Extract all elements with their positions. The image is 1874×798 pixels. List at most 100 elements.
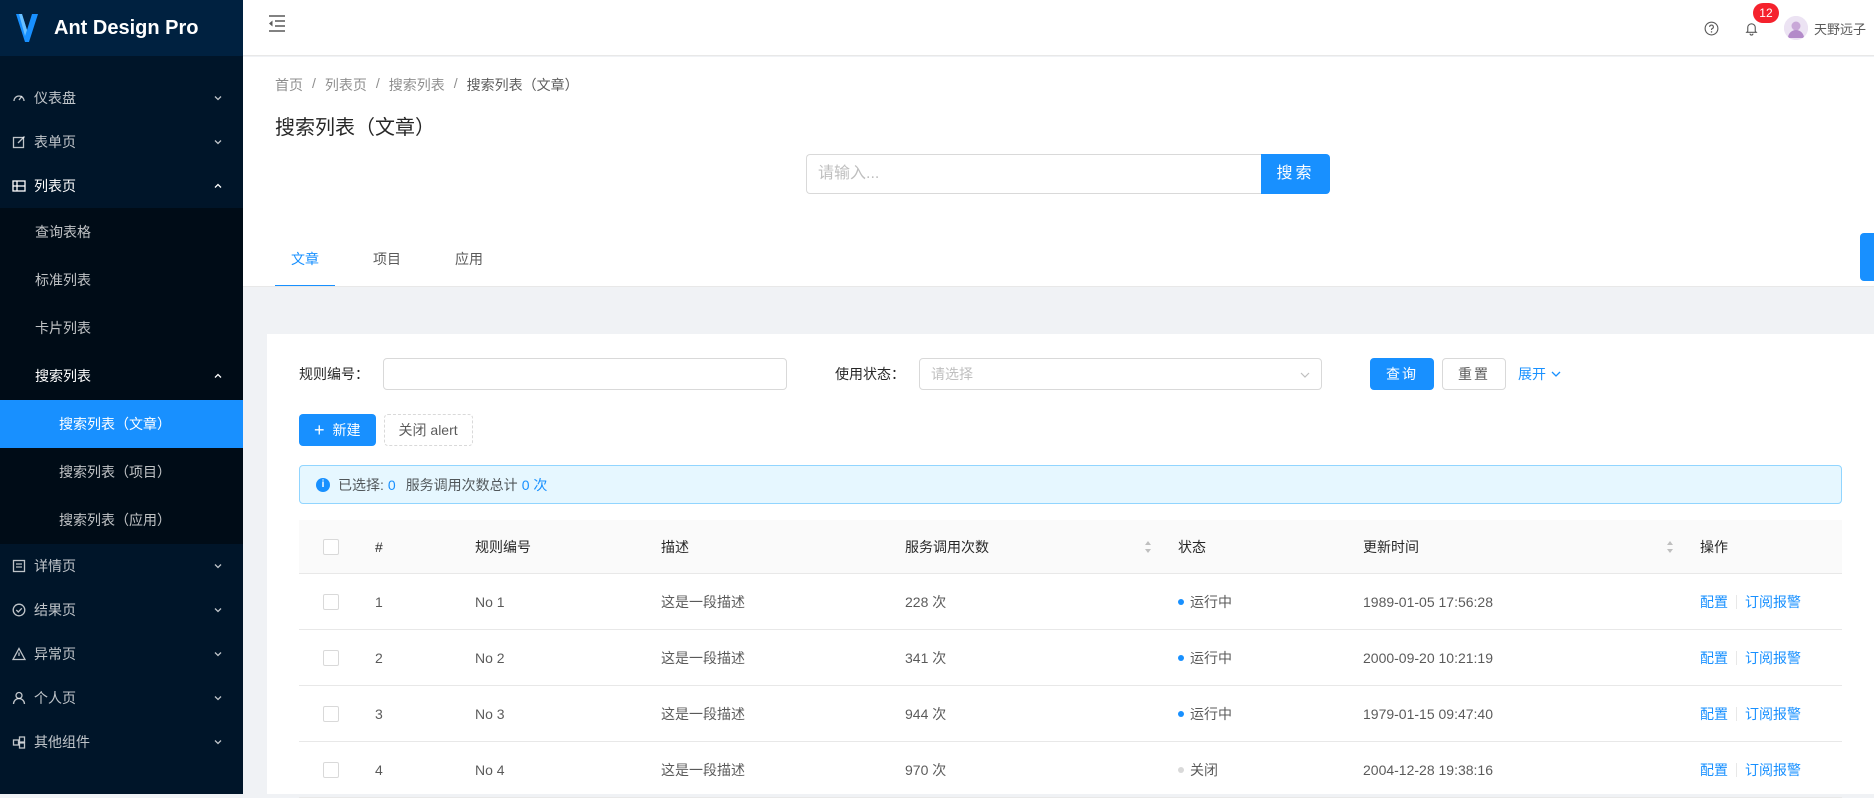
row-checkbox[interactable]: [323, 649, 339, 666]
cell-actions: 配置 订阅报警: [1684, 742, 1842, 797]
other-icon: [12, 735, 26, 749]
page-title: 搜索列表（文章）: [275, 117, 435, 139]
user-menu[interactable]: 天野远子: [1772, 0, 1874, 56]
new-button-label: 新建: [332, 422, 361, 438]
chevron-up-icon: [214, 183, 222, 188]
sidebar-item-label: 卡片列表: [35, 320, 91, 336]
action-divider: [1736, 706, 1737, 721]
cell-updated: 1989-01-05 17:56:28: [1363, 593, 1493, 610]
sidebar-item-search-projects[interactable]: 搜索列表（项目）: [0, 448, 243, 496]
query-button[interactable]: 查询: [1370, 358, 1434, 390]
setting-drawer-handle[interactable]: [1860, 233, 1874, 281]
row-checkbox[interactable]: [323, 593, 339, 610]
subscribe-alarm-link[interactable]: 订阅报警: [1745, 760, 1801, 780]
selected-prefix: 已选择:: [338, 476, 384, 493]
column-header-calls[interactable]: 服务调用次数: [889, 520, 1162, 573]
status-select-placeholder: 请选择: [931, 366, 973, 382]
cell-index: 2: [375, 649, 383, 666]
reset-button[interactable]: 重置: [1442, 358, 1506, 390]
subscribe-alarm-link[interactable]: 订阅报警: [1745, 648, 1801, 668]
cell-description: 这是一段描述: [661, 593, 745, 610]
table-row: 2 No 2 这是一段描述 341 次 运行中 2000-09-20 10:21…: [299, 630, 1842, 686]
breadcrumb-separator: /: [453, 75, 458, 91]
sidebar-item-search-articles[interactable]: 搜索列表（文章）: [0, 400, 243, 448]
cell-rule-no: No 3: [475, 705, 505, 722]
cell-rule-no: No 2: [475, 649, 505, 666]
breadcrumb-search-list[interactable]: 搜索列表: [389, 75, 445, 95]
header-right: 12 天野远子: [1692, 0, 1874, 56]
row-checkbox[interactable]: [323, 761, 339, 778]
new-button[interactable]: + 新建: [299, 414, 376, 446]
sidebar-menu: 仪表盘 表单页 列表页 查询表格 标准列表 卡片列表 搜索列表 搜索列表（文章）…: [0, 76, 243, 764]
sidebar-item-label: 表单页: [34, 134, 76, 150]
close-alert-button[interactable]: 关闭 alert: [383, 414, 473, 446]
sidebar-item-exception[interactable]: 异常页: [0, 632, 243, 676]
breadcrumb-list[interactable]: 列表页: [325, 75, 367, 95]
logo[interactable]: Ant Design Pro: [0, 0, 243, 56]
table-row: 1 No 1 这是一段描述 228 次 运行中 1989-01-05 17:56…: [299, 574, 1842, 630]
sidebar-item-search-list[interactable]: 搜索列表: [0, 352, 243, 400]
search-input[interactable]: 请输入...: [806, 154, 1261, 194]
sidebar-item-label: 仪表盘: [34, 90, 76, 106]
table-row: 4 No 4 这是一段描述 970 次 关闭 2004-12-28 19:38:…: [299, 742, 1842, 798]
column-header-index: #: [375, 538, 383, 555]
sidebar-item-query-table[interactable]: 查询表格: [0, 208, 243, 256]
subscribe-alarm-link[interactable]: 订阅报警: [1745, 704, 1801, 724]
status-label: 使用状态：: [835, 366, 905, 382]
tab-projects[interactable]: 项目: [357, 244, 417, 287]
user-icon: [12, 691, 26, 705]
sidebar-item-other[interactable]: 其他组件: [0, 720, 243, 764]
notification-count-badge: 12: [1752, 3, 1779, 23]
configure-link[interactable]: 配置: [1700, 760, 1728, 780]
column-header-label: 更新时间: [1363, 538, 1419, 555]
sidebar-item-dashboard[interactable]: 仪表盘: [0, 76, 243, 120]
row-checkbox[interactable]: [323, 705, 339, 722]
sidebar-item-account[interactable]: 个人页: [0, 676, 243, 720]
help-button[interactable]: [1692, 0, 1732, 56]
sidebar-item-label: 搜索列表（项目）: [59, 464, 171, 480]
tab-divider: [243, 286, 1874, 287]
sidebar-item-label: 搜索列表（文章）: [59, 416, 171, 432]
notification-button[interactable]: 12: [1732, 0, 1779, 56]
total-calls: 0 次: [521, 476, 548, 493]
cell-updated: 2004-12-28 19:38:16: [1363, 761, 1493, 778]
cell-index: 1: [375, 593, 383, 610]
cell-description: 这是一段描述: [661, 761, 745, 778]
status-select[interactable]: 请选择: [919, 358, 1322, 390]
tab-applications[interactable]: 应用: [439, 244, 499, 287]
select-all-checkbox[interactable]: [323, 538, 339, 555]
sidebar-item-list[interactable]: 列表页: [0, 164, 243, 208]
menu-fold-icon[interactable]: [267, 14, 287, 32]
column-header-rule-no: 规则编号: [475, 538, 531, 555]
breadcrumb-home[interactable]: 首页: [275, 75, 303, 95]
cell-status: 运行中: [1162, 630, 1347, 685]
sidebar-item-profile[interactable]: 详情页: [0, 544, 243, 588]
subscribe-alarm-link[interactable]: 订阅报警: [1745, 592, 1801, 612]
status-text: 关闭: [1190, 761, 1218, 778]
status-text: 运行中: [1190, 593, 1232, 610]
status-dot: [1178, 598, 1184, 605]
tab-articles[interactable]: 文章: [275, 244, 335, 287]
tab-bar: 文章 项目 应用: [275, 244, 521, 287]
configure-link[interactable]: 配置: [1700, 592, 1728, 612]
sidebar-item-card-list[interactable]: 卡片列表: [0, 304, 243, 352]
search-button[interactable]: 搜索: [1261, 154, 1330, 194]
configure-link[interactable]: 配置: [1700, 704, 1728, 724]
status-text: 运行中: [1190, 705, 1232, 722]
configure-link[interactable]: 配置: [1700, 648, 1728, 668]
column-header-actions: 操作: [1700, 538, 1728, 555]
form-icon: [12, 135, 26, 149]
sidebar-item-result[interactable]: 结果页: [0, 588, 243, 632]
selected-count: 0: [387, 476, 396, 493]
cell-calls: 341 次: [905, 649, 947, 666]
profile-icon: [12, 559, 26, 573]
sidebar-item-form[interactable]: 表单页: [0, 120, 243, 164]
column-header-status[interactable]: 状态: [1162, 520, 1347, 573]
sidebar-item-search-apps[interactable]: 搜索列表（应用）: [0, 496, 243, 544]
sidebar-item-standard-list[interactable]: 标准列表: [0, 256, 243, 304]
expand-link[interactable]: 展开: [1518, 364, 1562, 384]
sidebar-item-label: 异常页: [34, 646, 76, 662]
logo-icon: [16, 14, 38, 42]
rule-number-input[interactable]: [383, 358, 787, 390]
column-header-updated[interactable]: 更新时间: [1347, 520, 1684, 573]
